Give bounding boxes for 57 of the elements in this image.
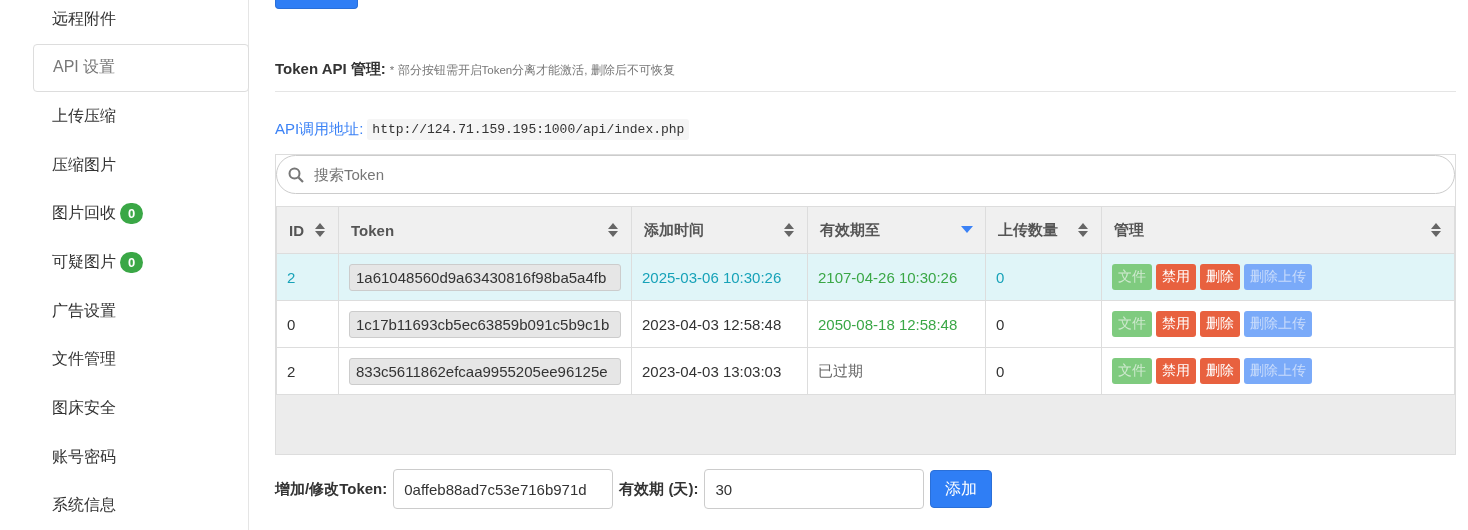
sidebar-item[interactable]: 可疑图片 0 bbox=[0, 238, 248, 287]
sort-icon[interactable] bbox=[1430, 222, 1442, 238]
table-cell: 2023-04-03 12:58:48 bbox=[631, 300, 808, 348]
sort-icon[interactable] bbox=[1077, 222, 1089, 238]
sidebar-item[interactable]: API 设置 bbox=[33, 43, 249, 93]
sidebar-item[interactable]: 系统信息 bbox=[0, 481, 248, 530]
sort-desc-icon[interactable] bbox=[961, 226, 973, 234]
table-cell: 0 bbox=[985, 347, 1102, 395]
api-address-label: API调用地址: bbox=[275, 120, 364, 139]
sidebar-item[interactable]: 上传压缩 bbox=[0, 92, 248, 141]
table-cell: 0 bbox=[276, 300, 339, 348]
section-title: Token API 管理: bbox=[275, 60, 386, 79]
column-header[interactable]: 有效期至 bbox=[807, 206, 986, 254]
sort-icon[interactable] bbox=[607, 222, 619, 238]
token-field[interactable]: 1c17b11693cb5ec63859b091c5b9c1b bbox=[349, 310, 621, 338]
token-field[interactable]: 1a61048560d9a63430816f98ba5a4fb bbox=[349, 263, 621, 291]
sort-icon[interactable] bbox=[314, 222, 326, 238]
search-field[interactable]: 搜索Token bbox=[276, 155, 1455, 194]
column-header[interactable]: Token bbox=[338, 206, 632, 254]
table-cell: 2107-04-26 10:30:26 bbox=[807, 253, 986, 301]
sidebar-item[interactable]: 账号密码 bbox=[0, 432, 248, 482]
count-badge: 0 bbox=[120, 252, 144, 274]
column-header[interactable]: 上传数量 bbox=[985, 206, 1102, 254]
column-header[interactable]: 添加时间 bbox=[631, 206, 808, 254]
column-header[interactable]: ID bbox=[276, 206, 339, 254]
table-cell: 2 bbox=[276, 347, 339, 395]
sidebar-item[interactable]: 图片回收 0 bbox=[0, 189, 248, 239]
table-cell: 2025-03-06 10:30:26 bbox=[631, 253, 808, 301]
api-address: http://124.71.159.195:1000/api/index.php bbox=[367, 119, 690, 140]
sidebar-item[interactable]: 图床安全 bbox=[0, 384, 248, 433]
action-button[interactable]: 禁用 bbox=[1156, 358, 1196, 384]
sort-icon[interactable] bbox=[783, 222, 795, 238]
sidebar-item[interactable]: 广告设置 bbox=[0, 286, 248, 336]
action-button[interactable]: 删除 bbox=[1200, 311, 1240, 337]
section-note: * 部分按钮需开启Token分离才能激活, 删除后不可恢复 bbox=[389, 63, 675, 78]
sidebar-item[interactable]: 远程附件 bbox=[0, 0, 248, 44]
sidebar-item[interactable]: 文件管理 bbox=[0, 335, 248, 385]
add-button[interactable]: 添加 bbox=[930, 470, 993, 508]
token-field[interactable]: 833c5611862efcaa9955205ee96125e bbox=[349, 357, 621, 385]
table-cell: 2050-08-18 12:58:48 bbox=[807, 300, 986, 348]
token-label: 增加/修改Token: bbox=[275, 479, 388, 499]
count-badge: 0 bbox=[120, 203, 144, 225]
table-cell: 2023-04-03 13:03:03 bbox=[631, 347, 808, 395]
table-cell: 2 bbox=[276, 253, 339, 301]
action-button[interactable]: 禁用 bbox=[1156, 264, 1196, 290]
days-input[interactable]: 30 bbox=[704, 469, 925, 509]
action-button[interactable]: 删除 bbox=[1200, 358, 1240, 384]
action-button[interactable]: 删除 bbox=[1200, 264, 1240, 290]
token-input[interactable]: 0affeb88ad7c53e716b971d bbox=[393, 469, 614, 509]
table-cell: 0 bbox=[985, 300, 1102, 348]
action-button[interactable]: 禁用 bbox=[1156, 311, 1196, 337]
sidebar-item[interactable]: 压缩图片 bbox=[0, 140, 248, 190]
table-cell: 已过期 bbox=[807, 347, 986, 395]
days-label: 有效期 (天): bbox=[619, 479, 699, 499]
table-cell: 0 bbox=[985, 253, 1102, 301]
column-header[interactable]: 管理 bbox=[1101, 206, 1455, 254]
search-icon bbox=[288, 167, 304, 183]
